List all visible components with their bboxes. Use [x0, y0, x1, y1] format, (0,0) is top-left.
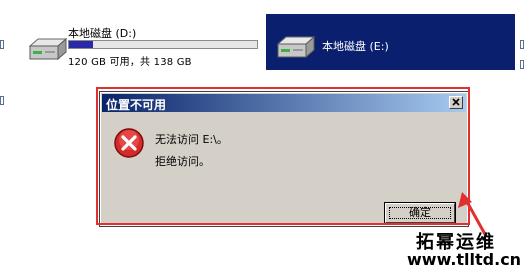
dialog-titlebar[interactable]: 位置不可用 [102, 94, 466, 112]
drive-item-e[interactable]: 本地磁盘 (E:) [266, 14, 515, 70]
error-message-line1: 无法访问 E:\。 [155, 133, 228, 146]
drive-d-usage-bar [68, 40, 258, 49]
drive-item-d[interactable]: 本地磁盘 (D:) 120 GB 可用，共 138 GB [24, 22, 264, 70]
hard-drive-icon [28, 37, 68, 61]
partial-list-item-marker [520, 40, 524, 49]
error-icon [114, 128, 144, 158]
hard-drive-icon [276, 35, 316, 59]
partial-list-item-marker [0, 96, 4, 105]
drive-d-usage-fill [69, 41, 94, 48]
dialog-title: 位置不可用 [106, 98, 167, 112]
drive-e-label: 本地磁盘 (E:) [322, 40, 389, 53]
close-button[interactable] [449, 96, 463, 109]
watermark-url: www.tlltd.cn [407, 250, 522, 269]
close-icon [452, 98, 460, 106]
partial-list-item-marker [0, 40, 4, 49]
drive-d-capacity: 120 GB 可用，共 138 GB [68, 57, 192, 68]
drive-d-label: 本地磁盘 (D:) [68, 27, 137, 40]
partial-list-item-marker [520, 60, 524, 69]
error-message-line2: 拒绝访问。 [155, 155, 210, 168]
